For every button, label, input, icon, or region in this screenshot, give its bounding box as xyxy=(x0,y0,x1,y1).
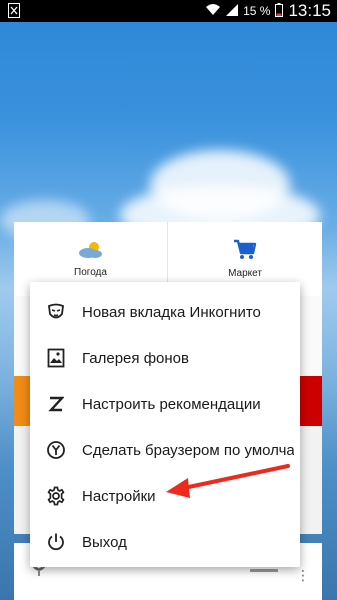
cart-icon xyxy=(233,239,257,264)
menu-item-label: Сделать браузером по умолчанию xyxy=(82,441,294,459)
menu-item-default-browser[interactable]: Сделать браузером по умолчанию xyxy=(30,427,300,473)
menu-item-label: Настроить рекомендации xyxy=(82,395,261,413)
notification-icon xyxy=(8,3,20,23)
menu-item-label: Новая вкладка Инкогнито xyxy=(82,303,261,321)
menu-item-incognito[interactable]: Новая вкладка Инкогнито xyxy=(30,289,300,335)
weather-label: Погода xyxy=(74,267,107,278)
gear-icon xyxy=(44,484,68,508)
yandex-y-icon xyxy=(44,438,68,462)
menu-item-exit[interactable]: Выход xyxy=(30,519,300,565)
clock: 13:15 xyxy=(288,1,331,20)
menu-item-recommendations[interactable]: Настроить рекомендации xyxy=(30,381,300,427)
tabs-indicator[interactable] xyxy=(250,569,278,572)
status-bar: 15 % 13:15 xyxy=(0,0,337,22)
battery-percent: 15 % xyxy=(243,4,271,18)
weather-icon xyxy=(77,240,105,263)
market-label: Маркет xyxy=(228,268,262,279)
image-gallery-icon xyxy=(44,346,68,370)
menu-dots-icon[interactable]: ⋮ xyxy=(296,567,310,584)
menu-item-label: Галерея фонов xyxy=(82,349,189,367)
menu-item-label: Настройки xyxy=(82,487,156,505)
power-icon xyxy=(44,530,68,554)
menu-item-label: Выход xyxy=(82,533,127,551)
menu-item-settings[interactable]: Настройки xyxy=(30,473,300,519)
menu-item-backgrounds[interactable]: Галерея фонов xyxy=(30,335,300,381)
zen-z-icon xyxy=(44,392,68,416)
browser-menu: Новая вкладка Инкогнито Галерея фонов На… xyxy=(30,282,300,567)
incognito-mask-icon xyxy=(44,300,68,324)
wifi-icon xyxy=(205,3,221,19)
signal-icon xyxy=(226,3,239,19)
battery-icon xyxy=(275,2,284,20)
